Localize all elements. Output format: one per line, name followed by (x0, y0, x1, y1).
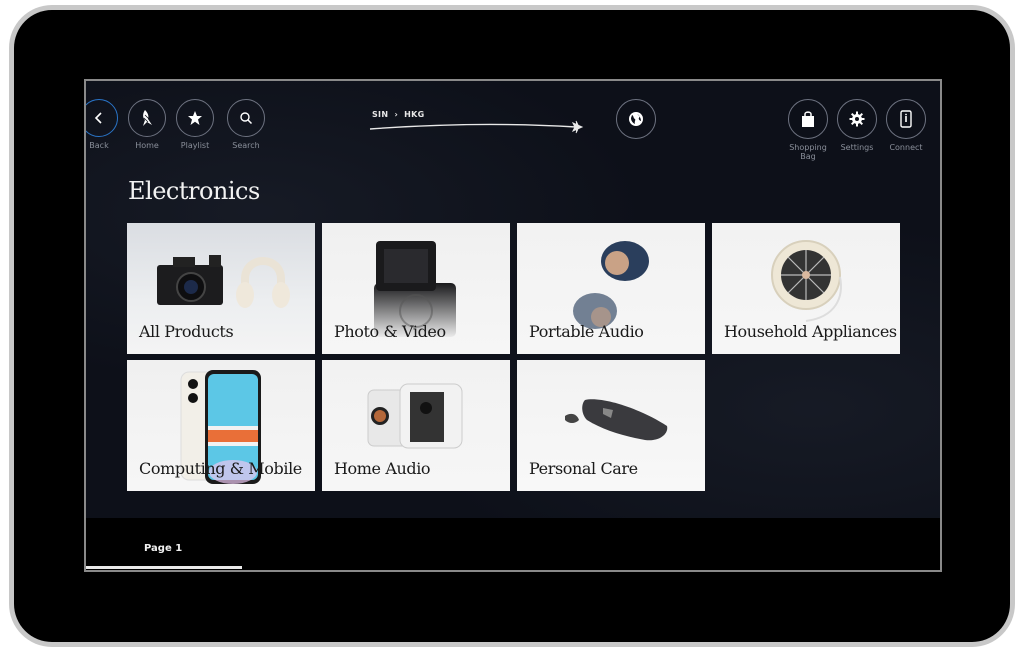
settings-circle (837, 99, 877, 139)
chevron-left-icon (94, 112, 102, 124)
category-tile-household-appliances[interactable]: Household Appliances (712, 223, 900, 354)
back-button[interactable]: Back (86, 99, 118, 150)
category-tile-all-products[interactable]: All Products (127, 223, 315, 354)
phone-icon (900, 110, 912, 128)
connect-circle (886, 99, 926, 139)
category-label: Personal Care (529, 459, 638, 478)
category-tile-personal-care[interactable]: Personal Care (517, 360, 705, 491)
category-tile-computing-mobile[interactable]: Computing & Mobile (127, 360, 315, 491)
connect-label: Connect (889, 143, 923, 152)
page-title: Electronics (128, 177, 260, 205)
category-label: Computing & Mobile (139, 459, 302, 478)
home-circle (128, 99, 166, 137)
page-tab-1[interactable]: Page 1 (144, 543, 182, 554)
map-circle (616, 99, 656, 139)
category-label: Photo & Video (334, 322, 446, 341)
flight-path-icon (369, 120, 584, 134)
home-button[interactable]: Home (128, 99, 166, 150)
category-label: Household Appliances (724, 322, 897, 341)
earbuds-image (573, 241, 649, 329)
ife-screen: Back Home Playlist Search SIN › HKG Shop… (84, 79, 942, 572)
settings-button[interactable]: Settings (837, 99, 877, 152)
pagination-bar: Page 1 (86, 518, 940, 570)
search-label: Search (232, 141, 260, 150)
category-tile-portable-audio[interactable]: Portable Audio (517, 223, 705, 354)
search-button[interactable]: Search (227, 99, 265, 150)
star-icon (188, 111, 202, 125)
eye-mask-image (565, 399, 668, 441)
playlist-label: Playlist (180, 141, 210, 150)
search-circle (227, 99, 265, 137)
fan-image (771, 240, 842, 322)
shopping-bag-icon (802, 111, 814, 127)
shopping-bag-circle (788, 99, 828, 139)
back-circle (86, 99, 118, 137)
shopping-bag-button[interactable]: Shopping Bag (788, 99, 828, 161)
shopping-bag-label: Shopping Bag (789, 143, 827, 161)
main-content: Back Home Playlist Search SIN › HKG Shop… (86, 81, 940, 518)
gear-icon (849, 111, 865, 127)
category-tile-home-audio[interactable]: Home Audio (322, 360, 510, 491)
map-button[interactable] (616, 99, 656, 139)
category-tile-photo-video[interactable]: Photo & Video (322, 223, 510, 354)
bird-logo-icon (143, 110, 152, 126)
page-tab-active-indicator (86, 566, 242, 569)
category-label: Portable Audio (529, 322, 644, 341)
camera-headphones-image (157, 255, 290, 308)
speakers-image (367, 383, 463, 449)
connect-button[interactable]: Connect (886, 99, 926, 152)
playlist-circle (176, 99, 214, 137)
category-label: Home Audio (334, 459, 431, 478)
search-icon (240, 112, 253, 125)
category-label: All Products (139, 322, 234, 341)
playlist-button[interactable]: Playlist (176, 99, 214, 150)
globe-icon (629, 112, 643, 126)
